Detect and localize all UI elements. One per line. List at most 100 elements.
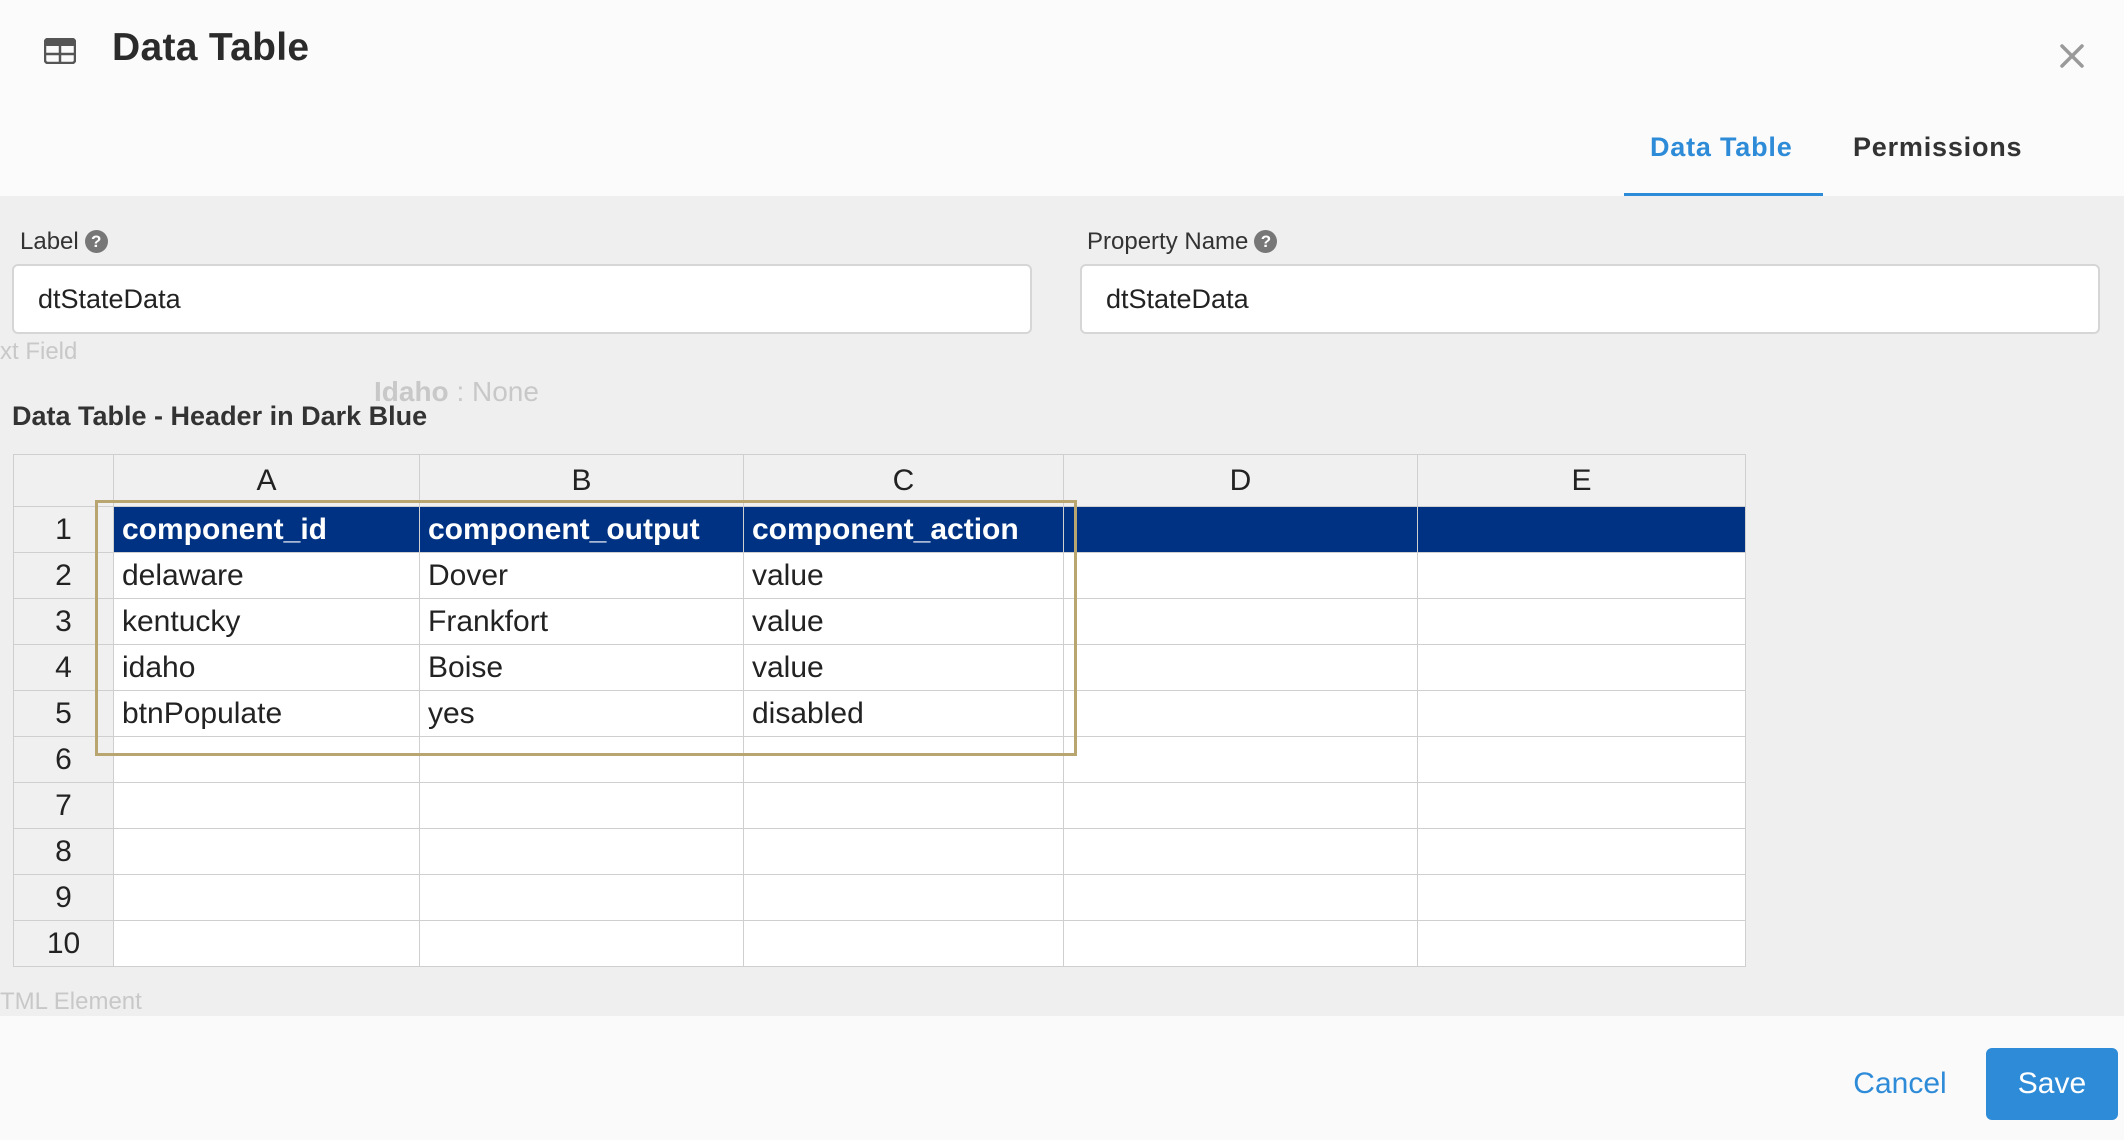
grid-cell[interactable] <box>743 874 1064 921</box>
grid-cell[interactable] <box>113 920 420 967</box>
grid-cell[interactable]: btnPopulate <box>113 690 420 737</box>
spreadsheet-grid: A B C D E 1 component_id component_output c… <box>13 454 1746 967</box>
grid-cell[interactable] <box>113 828 420 875</box>
grid-cell[interactable] <box>1417 736 1746 783</box>
grid-cell[interactable]: Frankfort <box>419 598 744 645</box>
table-row: 7 <box>13 782 1746 829</box>
grid-cell[interactable] <box>1063 874 1418 921</box>
grid-cell[interactable] <box>1063 690 1418 737</box>
column-header-a[interactable]: A <box>113 454 420 507</box>
row-number[interactable]: 5 <box>13 690 114 737</box>
column-header-row: A B C D E <box>13 454 1746 507</box>
grid-cell[interactable] <box>1417 782 1746 829</box>
grid-cell[interactable]: value <box>743 644 1064 691</box>
grid-cell[interactable] <box>1063 828 1418 875</box>
table-row: 8 <box>13 828 1746 875</box>
grid-cell[interactable]: idaho <box>113 644 420 691</box>
ghost-value: : None <box>448 376 539 407</box>
background-ghost-text: xt Field <box>0 338 78 365</box>
property-name-input[interactable] <box>1080 264 2100 334</box>
grid-cell[interactable] <box>113 782 420 829</box>
grid-cell[interactable] <box>1417 690 1746 737</box>
grid-cell[interactable] <box>1417 598 1746 645</box>
tab-data-table[interactable]: Data Table <box>1650 132 1793 163</box>
row-number[interactable]: 1 <box>13 506 114 553</box>
help-icon[interactable]: ? <box>1254 230 1278 253</box>
table-row: 6 <box>13 736 1746 783</box>
table-row: 9 <box>13 874 1746 921</box>
row-number[interactable]: 10 <box>13 920 114 967</box>
row-number[interactable]: 6 <box>13 736 114 783</box>
grid-cell[interactable]: yes <box>419 690 744 737</box>
grid-cell[interactable] <box>743 736 1064 783</box>
grid-cell[interactable]: value <box>743 598 1064 645</box>
grid-cell[interactable]: component_action <box>743 506 1064 553</box>
column-header-c[interactable]: C <box>743 454 1064 507</box>
column-header-b[interactable]: B <box>419 454 744 507</box>
grid-cell[interactable] <box>419 874 744 921</box>
table-row: 5 btnPopulate yes disabled <box>13 690 1746 737</box>
data-table-modal: Data Table Data Table Permissions Idaho … <box>0 0 2124 1140</box>
table-icon <box>44 38 76 64</box>
row-number[interactable]: 8 <box>13 828 114 875</box>
grid-cell[interactable] <box>113 736 420 783</box>
grid-cell[interactable] <box>1417 828 1746 875</box>
grid-cell[interactable]: Dover <box>419 552 744 599</box>
grid-cell[interactable] <box>419 828 744 875</box>
row-number[interactable]: 4 <box>13 644 114 691</box>
column-header-d[interactable]: D <box>1063 454 1418 507</box>
grid-cell[interactable] <box>1417 552 1746 599</box>
grid-cell[interactable]: disabled <box>743 690 1064 737</box>
property-name-field-label: Property Name? <box>1087 228 1278 256</box>
grid-cell[interactable]: kentucky <box>113 598 420 645</box>
table-row: 3 kentucky Frankfort value <box>13 598 1746 645</box>
grid-cell[interactable] <box>1417 874 1746 921</box>
grid-cell[interactable] <box>1417 920 1746 967</box>
grid-cell[interactable] <box>1063 598 1418 645</box>
row-number[interactable]: 9 <box>13 874 114 921</box>
background-ghost-text: TML Element <box>0 988 142 1015</box>
close-icon[interactable] <box>2052 36 2092 76</box>
label-input[interactable] <box>12 264 1032 334</box>
grid-cell[interactable] <box>743 782 1064 829</box>
row-number[interactable]: 7 <box>13 782 114 829</box>
grid-cell[interactable] <box>419 736 744 783</box>
grid-cell[interactable]: value <box>743 552 1064 599</box>
modal-footer <box>0 1016 2124 1140</box>
grid-cell[interactable]: component_output <box>419 506 744 553</box>
modal-header: Data Table Data Table Permissions <box>0 0 2124 197</box>
modal-title: Data Table <box>112 26 310 69</box>
grid-cell[interactable] <box>1063 552 1418 599</box>
label-field-text: Label <box>20 228 79 255</box>
grid-cell[interactable] <box>743 920 1064 967</box>
data-table-section-title: Data Table - Header in Dark Blue <box>12 401 428 431</box>
grid-cell[interactable] <box>419 782 744 829</box>
row-number[interactable]: 3 <box>13 598 114 645</box>
save-button[interactable]: Save <box>1986 1048 2118 1120</box>
grid-cell[interactable] <box>419 920 744 967</box>
grid-cell[interactable] <box>1063 736 1418 783</box>
grid-cell[interactable] <box>113 874 420 921</box>
column-header-e[interactable]: E <box>1417 454 1746 507</box>
grid-cell[interactable]: Boise <box>419 644 744 691</box>
help-icon[interactable]: ? <box>84 230 108 253</box>
grid-cell[interactable] <box>1063 782 1418 829</box>
grid-cell[interactable] <box>1063 920 1418 967</box>
grid-cell[interactable]: delaware <box>113 552 420 599</box>
row-number[interactable]: 2 <box>13 552 114 599</box>
grid-cell[interactable] <box>1063 506 1418 553</box>
grid-cell[interactable]: component_id <box>113 506 420 553</box>
table-row: 4 idaho Boise value <box>13 644 1746 691</box>
grid-cell[interactable] <box>1063 644 1418 691</box>
property-name-field-text: Property Name <box>1087 228 1249 255</box>
table-row: 1 component_id component_output component_a… <box>13 506 1746 553</box>
cancel-button[interactable]: Cancel <box>1840 1046 1960 1122</box>
table-row: 2 delaware Dover value <box>13 552 1746 599</box>
grid-cell[interactable] <box>1417 644 1746 691</box>
tab-permissions[interactable]: Permissions <box>1853 132 2022 163</box>
table-row: 10 <box>13 920 1746 967</box>
grid-corner[interactable] <box>13 454 114 507</box>
grid-cell[interactable] <box>1417 506 1746 553</box>
label-field-label: Label? <box>20 228 108 256</box>
grid-cell[interactable] <box>743 828 1064 875</box>
